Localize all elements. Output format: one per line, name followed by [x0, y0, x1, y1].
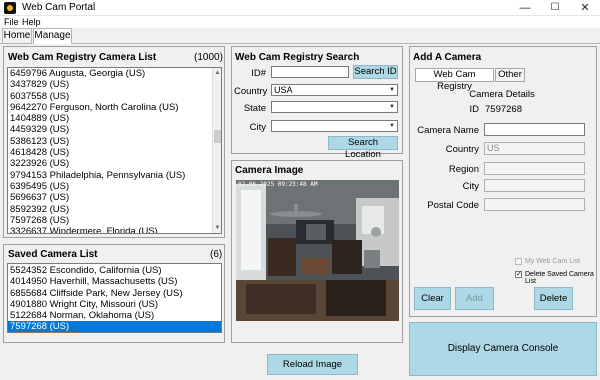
registry-scrollbar[interactable]: ▲ ▼ — [212, 68, 221, 233]
list-item[interactable]: 9794153 Philadelphia, Pennsylvania (US) — [8, 170, 213, 181]
my-web-cam-list-checkbox[interactable] — [515, 258, 522, 265]
camera-city-label: City — [462, 181, 479, 192]
scroll-up-icon[interactable]: ▲ — [213, 69, 221, 77]
close-button[interactable]: ✕ — [570, 0, 600, 16]
camera-country-label: Country — [445, 144, 479, 155]
list-item[interactable]: 3223926 (US) — [8, 158, 213, 169]
camera-name-input[interactable] — [484, 123, 585, 136]
window-title: Web Cam Portal — [22, 2, 96, 13]
scroll-thumb[interactable] — [214, 130, 221, 143]
search-id-button[interactable]: Search ID — [353, 65, 398, 79]
clear-button[interactable]: Clear — [414, 287, 451, 310]
list-item[interactable]: 6459796 Augusta, Georgia (US) — [8, 68, 213, 79]
postal-code-label: Postal Code — [427, 200, 479, 211]
tab-strip-line — [0, 43, 600, 44]
list-item[interactable]: 4014950 Haverhill, Massachusetts (US) — [8, 276, 221, 287]
reload-image-button[interactable]: Reload Image — [267, 354, 358, 375]
chevron-down-icon[interactable]: ▼ — [388, 103, 396, 111]
list-item[interactable]: 4901880 Wright City, Missouri (US) — [8, 299, 221, 310]
checkmark-icon: ✓ — [516, 271, 522, 278]
camera-timestamp: 02-06-2025 09:23:48 AM — [238, 181, 318, 188]
camera-image-title: Camera Image — [235, 165, 304, 176]
list-item[interactable]: 8592392 (US) — [8, 204, 213, 215]
add-button[interactable]: Add — [455, 287, 494, 310]
list-item[interactable]: 6037558 (US) — [8, 91, 213, 102]
minimize-button[interactable]: — — [510, 0, 540, 16]
tab-web-cam-registry[interactable]: Web Cam Registry — [415, 68, 494, 92]
list-item[interactable]: 3437829 (US) — [8, 79, 213, 90]
delete-saved-list-checkbox[interactable]: ✓ — [515, 271, 522, 278]
maximize-button[interactable]: ☐ — [540, 0, 570, 16]
id-label: ID# — [251, 68, 266, 79]
search-location-button[interactable]: Search Location — [328, 136, 398, 160]
registry-listbox[interactable]: 6459796 Augusta, Georgia (US) 3437829 (US… — [7, 67, 222, 234]
menu-bar: File Help — [0, 16, 600, 28]
search-title: Web Cam Registry Search — [235, 52, 360, 63]
list-item[interactable]: 4459329 (US) — [8, 124, 213, 135]
country-label: Country — [234, 86, 268, 97]
chevron-down-icon[interactable]: ▼ — [388, 122, 396, 130]
list-item[interactable]: 1404889 (US) — [8, 113, 213, 124]
add-camera-title: Add A Camera — [413, 52, 482, 63]
list-item[interactable]: 6855684 Cliffside Park, New Jersey (US) — [8, 288, 221, 299]
title-bar: Web Cam Portal — ☐ ✕ — [0, 0, 600, 16]
tab-home[interactable]: Home — [2, 28, 32, 44]
city-label: City — [249, 122, 266, 133]
list-item[interactable]: 5122684 Norman, Oklahoma (US) — [8, 310, 221, 321]
postal-code-input[interactable] — [484, 198, 585, 211]
list-item[interactable]: 3326637 Windermere, Florida (US) — [8, 226, 213, 233]
list-item[interactable]: 6395495 (US) — [8, 181, 213, 192]
camera-region-input[interactable] — [484, 162, 585, 175]
saved-title: Saved Camera List — [8, 249, 98, 260]
camera-region-label: Region — [448, 164, 479, 175]
camera-country-input[interactable]: US — [484, 142, 585, 155]
state-select[interactable]: ▼ — [271, 101, 398, 113]
city-select[interactable]: ▼ — [271, 120, 398, 132]
saved-count: (6) — [210, 249, 223, 260]
list-item[interactable]: 7597268 (US) — [8, 321, 221, 332]
delete-saved-list-label: Delete Saved Camera List — [525, 271, 594, 285]
list-item[interactable]: 5696637 (US) — [8, 192, 213, 203]
delete-button[interactable]: Delete — [534, 287, 573, 310]
menu-file[interactable]: File — [4, 17, 19, 27]
app-icon — [4, 2, 16, 14]
saved-listbox[interactable]: 5524352 Escondido, California (US) 401495… — [7, 263, 222, 333]
search-id-input[interactable] — [271, 66, 349, 78]
camera-image-photo — [236, 180, 399, 321]
registry-count: (1000) — [194, 52, 223, 63]
list-item[interactable]: 5386123 (US) — [8, 136, 213, 147]
tab-manage[interactable]: Manage — [33, 28, 72, 44]
list-item[interactable]: 7597268 (US) — [8, 215, 213, 226]
country-select-value: USA — [274, 85, 293, 95]
camera-details-heading: Camera Details — [469, 89, 535, 100]
display-camera-console-button[interactable]: Display Camera Console — [409, 322, 597, 376]
country-select[interactable]: USA ▼ — [271, 84, 398, 96]
menu-help[interactable]: Help — [22, 17, 41, 27]
scroll-down-icon[interactable]: ▼ — [213, 224, 221, 232]
list-item[interactable]: 9642270 Ferguson, North Carolina (US) — [8, 102, 213, 113]
camera-id-value: 7597268 — [485, 104, 522, 115]
camera-id-label: ID — [469, 104, 480, 115]
registry-title: Web Cam Registry Camera List — [8, 52, 157, 63]
list-item[interactable]: 4618428 (US) — [8, 147, 213, 158]
my-web-cam-list-label: My Web Cam List — [525, 258, 581, 265]
chevron-down-icon[interactable]: ▼ — [388, 86, 396, 94]
state-label: State — [243, 103, 266, 114]
camera-city-input[interactable] — [484, 179, 585, 192]
list-item[interactable]: 5524352 Escondido, California (US) — [8, 265, 221, 276]
camera-image: 02-06-2025 09:23:48 AM — [236, 180, 399, 321]
camera-name-label: Camera Name — [417, 125, 479, 136]
tab-other[interactable]: Other — [495, 68, 525, 82]
